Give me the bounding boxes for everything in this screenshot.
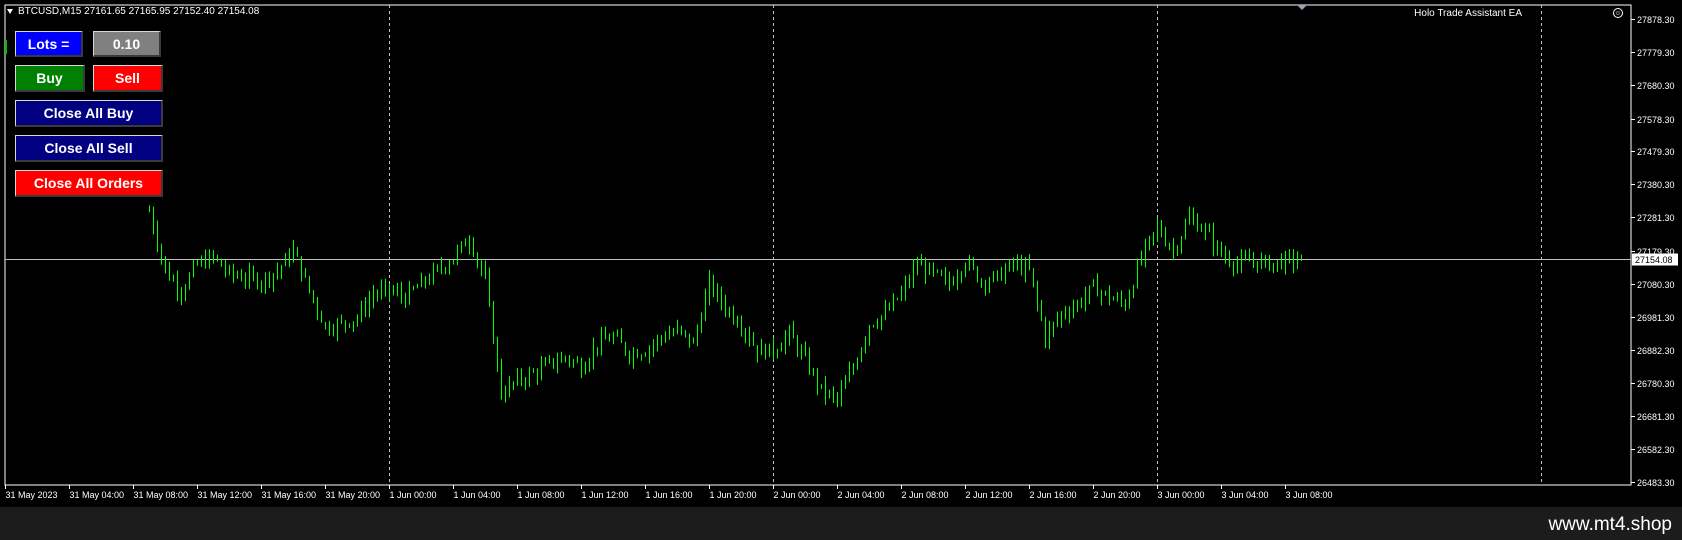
x-tick-label: 2 Jun 20:00	[1094, 490, 1141, 500]
x-tick-label: 31 May 20:00	[326, 490, 381, 500]
close-all-sell-button[interactable]: Close All Sell	[15, 135, 163, 162]
y-tick-label: 27878.30	[1637, 15, 1675, 25]
x-tick-label: 1 Jun 20:00	[710, 490, 757, 500]
price-chart[interactable]: 27878.30 27779.30 27680.30 27578.30 27479.30…	[0, 0, 1682, 507]
y-tick-label: 26882.30	[1637, 346, 1675, 356]
chart-menu-arrow-icon[interactable]	[7, 9, 13, 14]
close-all-orders-label: Close All Orders	[33, 175, 144, 191]
buy-button-label: Buy	[36, 70, 63, 86]
x-tick-label: 1 Jun 16:00	[646, 490, 693, 500]
close-all-orders-button[interactable]: Close All Orders	[15, 170, 163, 197]
current-price-label: 27154.08	[1635, 255, 1673, 265]
x-tick-label: 31 May 04:00	[70, 490, 125, 500]
lots-input-value: 0.10	[112, 35, 141, 52]
buy-button[interactable]: Buy	[15, 65, 85, 92]
y-tick-label: 27680.30	[1637, 81, 1675, 91]
x-tick-label: 3 Jun 04:00	[1222, 490, 1269, 500]
y-tick-label: 26981.30	[1637, 313, 1675, 323]
chart-shift-icon	[1297, 5, 1307, 10]
y-tick-label: 27479.30	[1637, 147, 1675, 157]
sell-button[interactable]: Sell	[93, 65, 163, 92]
x-tick-label: 2 Jun 08:00	[902, 490, 949, 500]
x-tick-label: 2 Jun 04:00	[838, 490, 885, 500]
close-all-buy-label: Close All Buy	[43, 105, 134, 121]
x-tick-label: 2 Jun 00:00	[774, 490, 821, 500]
x-tick-label: 31 May 12:00	[198, 490, 253, 500]
lots-input[interactable]: 0.10	[93, 31, 161, 57]
y-tick-label: 27380.30	[1637, 180, 1675, 190]
y-tick-label: 27281.30	[1637, 213, 1675, 223]
x-tick-label: 2 Jun 12:00	[966, 490, 1013, 500]
x-tick-label: 3 Jun 08:00	[1286, 490, 1333, 500]
watermark-text: www.mt4.shop	[1548, 514, 1672, 535]
close-all-buy-button[interactable]: Close All Buy	[15, 100, 163, 127]
smiley-icon[interactable]: ☺	[1613, 8, 1623, 18]
y-tick-label: 27578.30	[1637, 115, 1675, 125]
x-tick-label: 1 Jun 00:00	[390, 490, 437, 500]
lots-button-label: Lots =	[27, 35, 70, 52]
lots-button[interactable]: Lots =	[15, 31, 83, 57]
y-tick-label: 26780.30	[1637, 379, 1675, 389]
y-tick-label: 26483.30	[1637, 478, 1675, 488]
plot-frame	[4, 4, 1632, 486]
x-tick-label: 31 May 08:00	[134, 490, 189, 500]
close-all-sell-label: Close All Sell	[44, 140, 133, 156]
chart-title: BTCUSD,M15 27161.65 27165.95 27152.40 27…	[18, 6, 260, 17]
y-tick-label: 27080.30	[1637, 280, 1675, 290]
chart-window[interactable]: 27878.30 27779.30 27680.30 27578.30 27479.30…	[0, 0, 1682, 507]
y-tick-label: 27779.30	[1637, 48, 1675, 58]
x-tick-label: 3 Jun 00:00	[1158, 490, 1205, 500]
sell-button-label: Sell	[115, 70, 140, 86]
x-tick-label: 31 May 2023	[6, 490, 58, 500]
chart-shift-marker	[5, 40, 7, 54]
x-tick-label: 1 Jun 04:00	[454, 490, 501, 500]
footer-bar: www.mt4.shop	[0, 507, 1682, 540]
x-tick-label: 2 Jun 16:00	[1030, 490, 1077, 500]
y-tick-label: 26582.30	[1637, 445, 1675, 455]
x-tick-label: 1 Jun 12:00	[582, 490, 629, 500]
x-tick-label: 31 May 16:00	[262, 490, 317, 500]
ea-name-label: Holo Trade Assistant EA	[1414, 8, 1522, 19]
y-tick-label: 26681.30	[1637, 412, 1675, 422]
x-tick-label: 1 Jun 08:00	[518, 490, 565, 500]
